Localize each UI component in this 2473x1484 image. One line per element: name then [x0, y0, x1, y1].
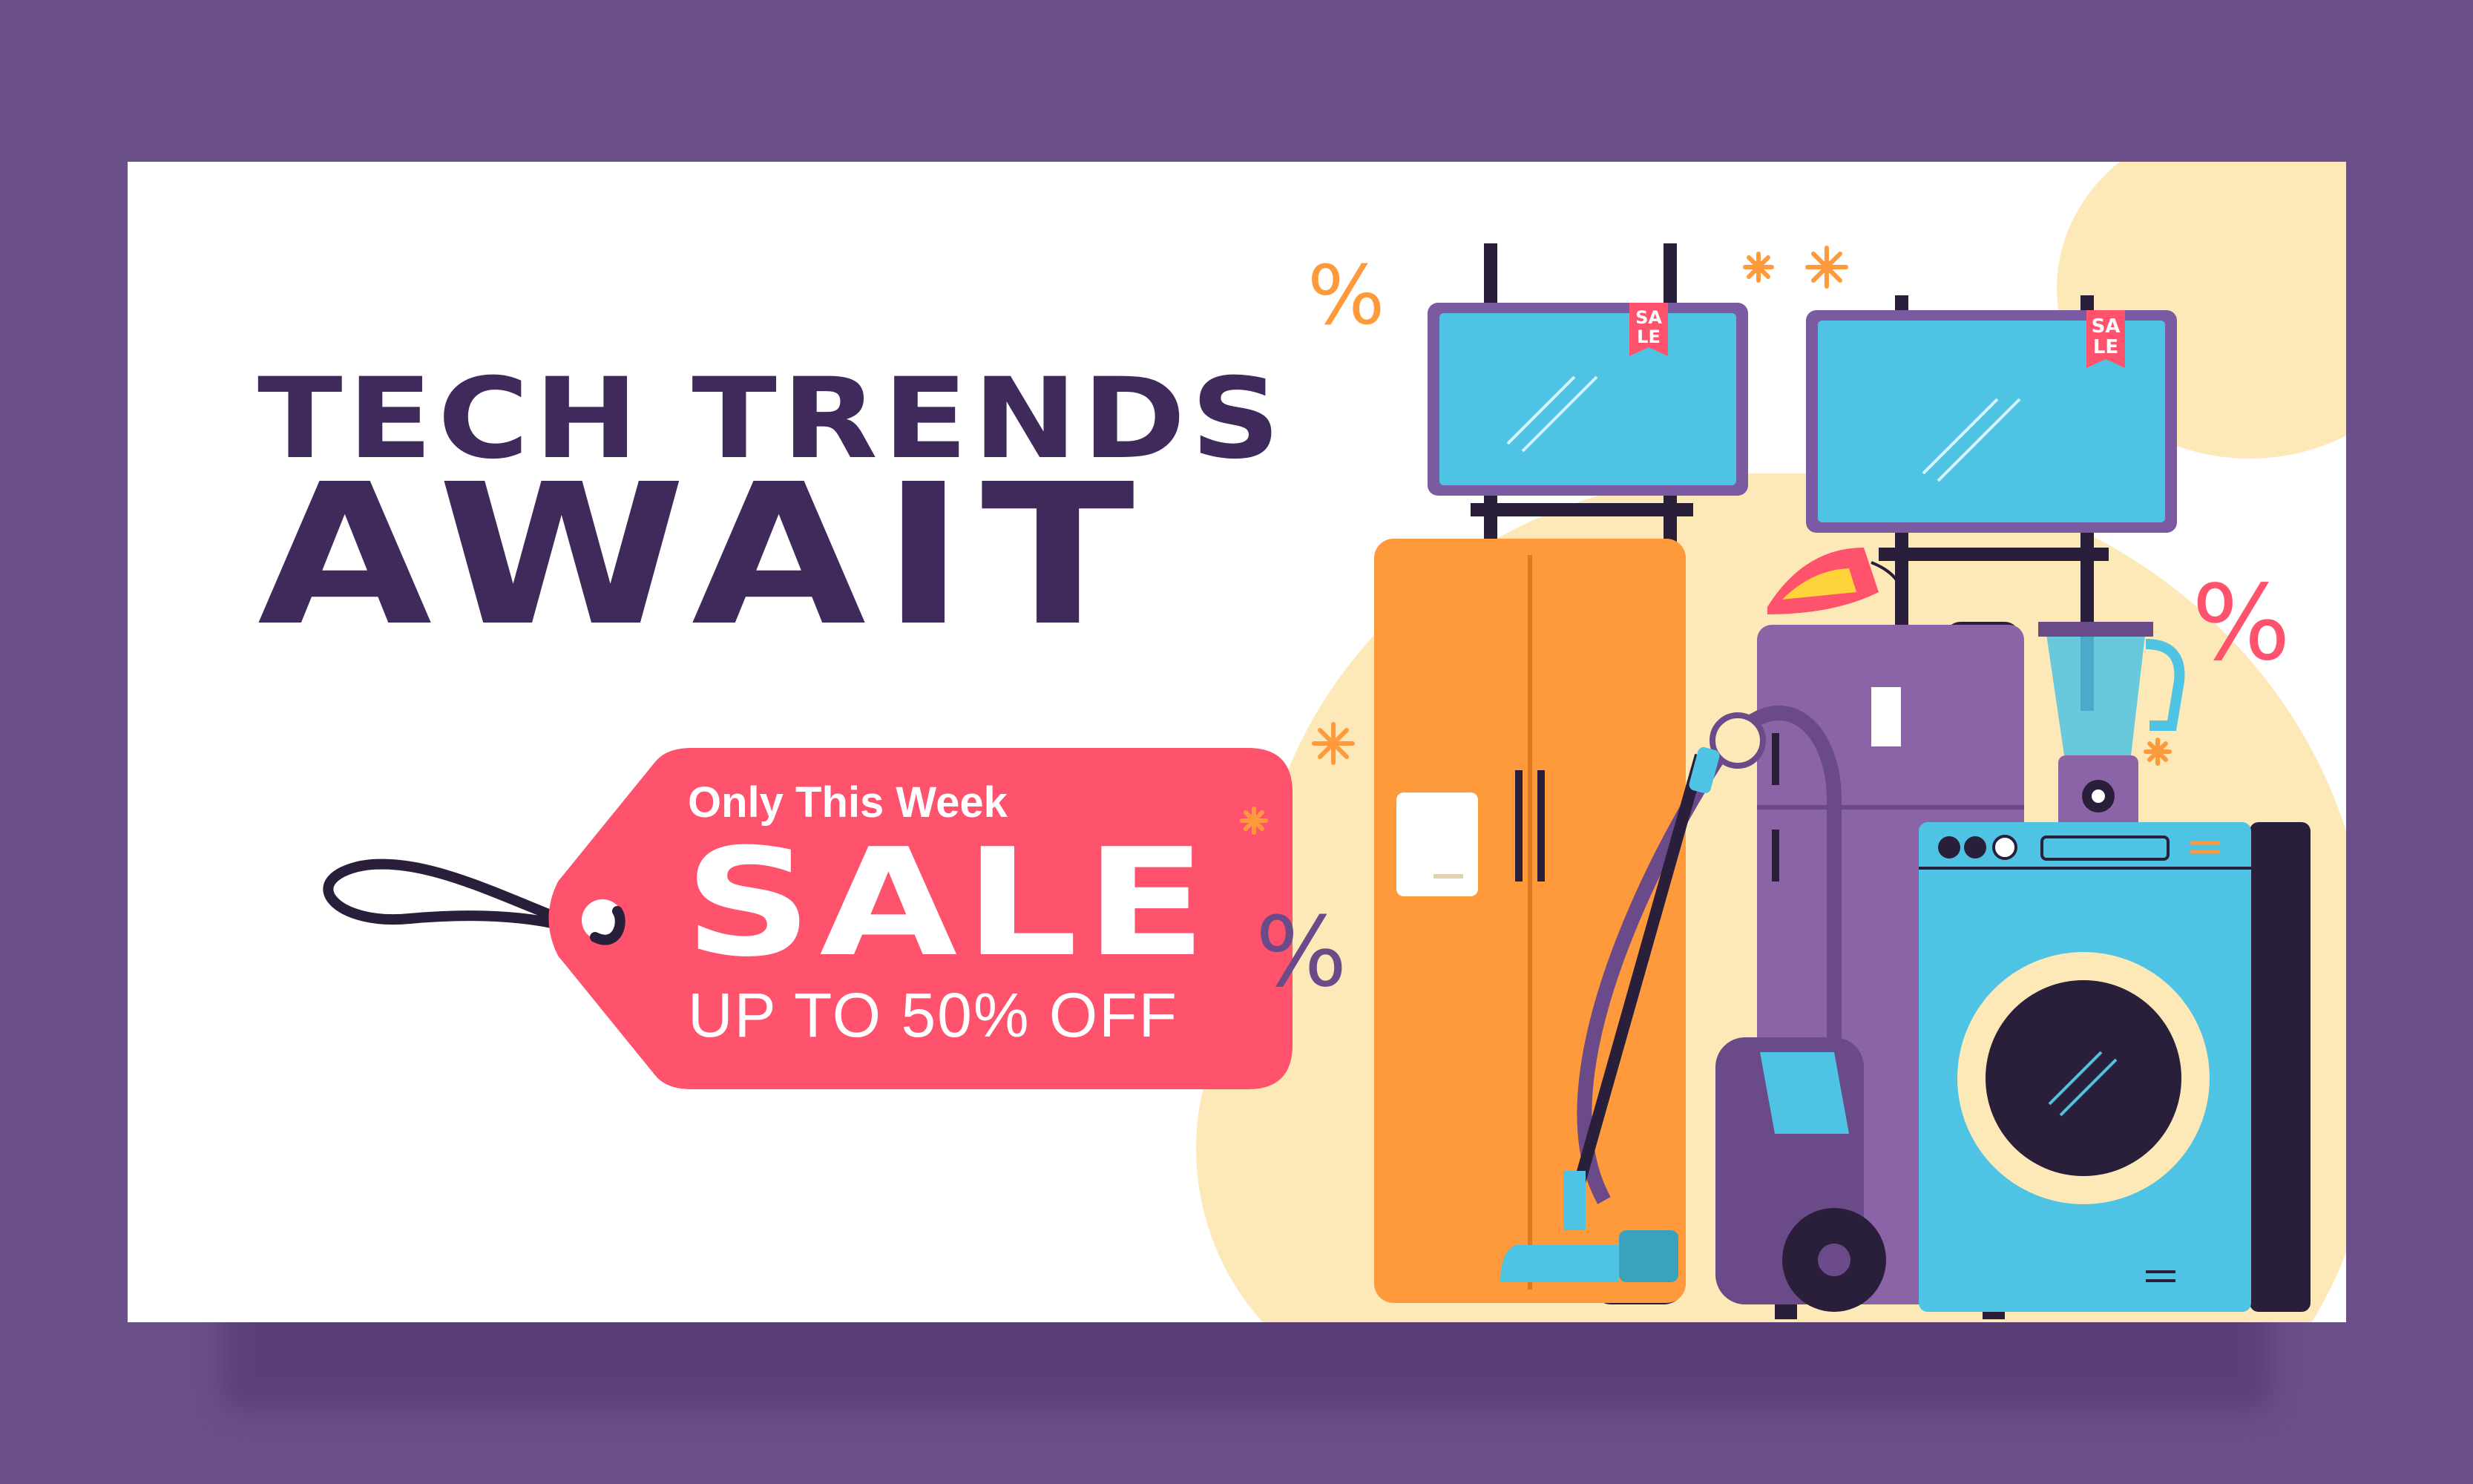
appliances-illustration: SA LE SA LE % % % [1240, 243, 2311, 1319]
sparkle-2 [1805, 246, 1848, 289]
percent-pink-right: % [2192, 563, 2290, 684]
sale-banner: TECH TRENDS AWAIT Only This Week SALE UP… [128, 162, 2346, 1322]
blender [2038, 622, 2185, 844]
sparkle-1 [1743, 252, 1774, 283]
percent-violet-left: % [1255, 896, 1347, 1008]
sparkle-3 [1312, 722, 1355, 765]
sparkle-4 [1240, 807, 1268, 835]
tv-right-sticker-bottom: LE [2093, 336, 2118, 358]
tv-left-sticker-top: SA [1635, 307, 1662, 328]
tv-right-sticker-top: SA [2092, 315, 2121, 338]
tv-left-sticker-bottom: LE [1637, 326, 1661, 347]
sparkle-5 [2144, 738, 2172, 766]
percent-orange-top: % [1307, 248, 1385, 343]
washing-machine [1919, 822, 2311, 1312]
